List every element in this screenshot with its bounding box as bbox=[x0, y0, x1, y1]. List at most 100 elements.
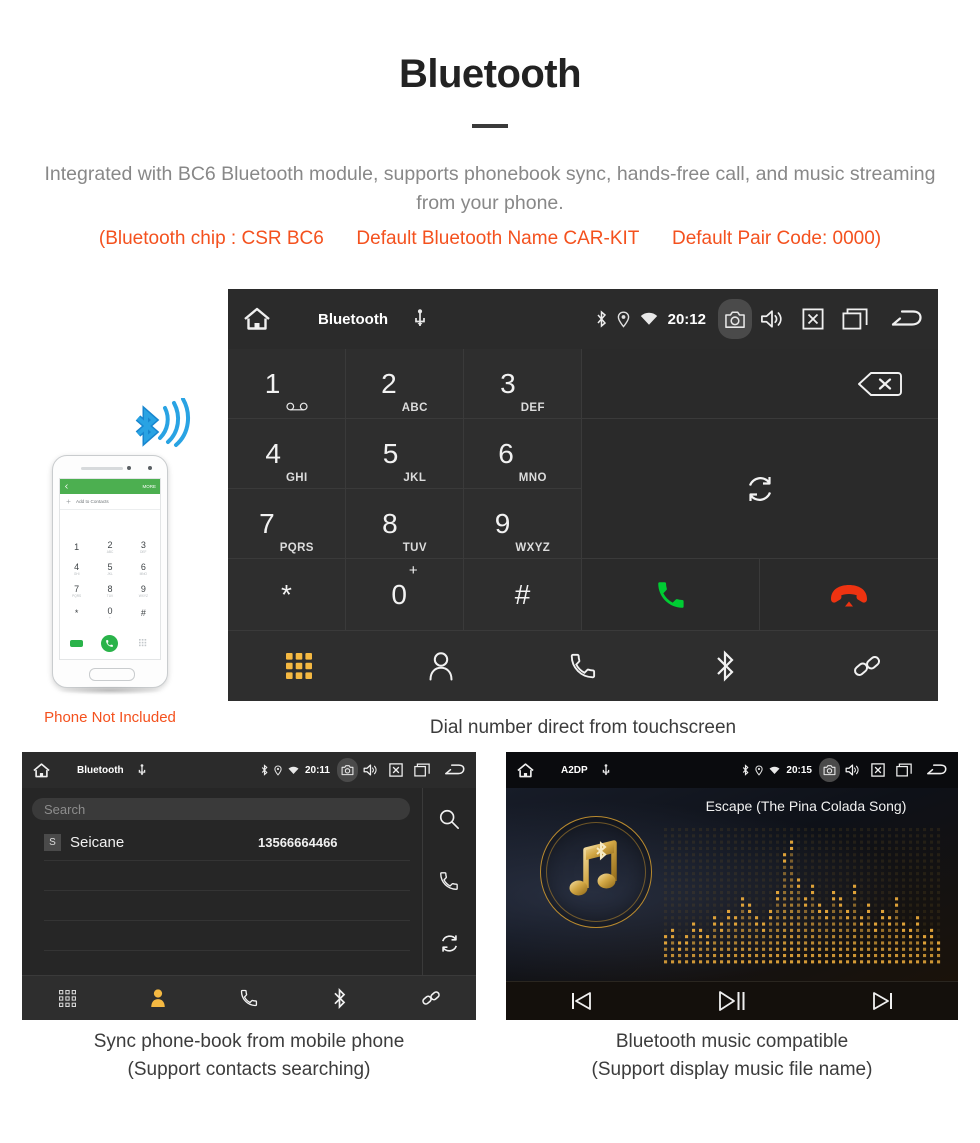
music-controls bbox=[506, 981, 958, 1020]
sync-button[interactable] bbox=[422, 912, 476, 974]
phone-home-button bbox=[89, 668, 135, 681]
call-icon bbox=[440, 872, 458, 890]
key-1[interactable]: 1 bbox=[228, 349, 346, 419]
phone-call-row bbox=[60, 631, 160, 655]
key-4[interactable]: 4 GHI bbox=[228, 419, 346, 489]
phonebook-body: Search S Seicane 13566664466 bbox=[22, 788, 476, 976]
intro-paragraph: Integrated with BC6 Bluetooth module, su… bbox=[44, 163, 936, 214]
back-icon[interactable] bbox=[444, 762, 466, 778]
play-pause-button[interactable] bbox=[657, 990, 808, 1012]
close-box-icon[interactable] bbox=[802, 308, 824, 330]
wifi-icon bbox=[769, 766, 780, 775]
link-icon bbox=[854, 656, 881, 676]
avatar: S bbox=[44, 833, 61, 851]
phone-keypad-row: 7 PQRS 8 TUV 9 WXYZ bbox=[60, 581, 160, 603]
key-3[interactable]: 3 DEF bbox=[464, 349, 582, 419]
plus-icon bbox=[66, 499, 71, 504]
nav-bluetooth[interactable] bbox=[654, 650, 796, 682]
call-icon bbox=[654, 578, 688, 612]
volume-icon[interactable] bbox=[845, 763, 860, 777]
music-title: A2DP bbox=[561, 764, 588, 776]
volume-icon[interactable] bbox=[363, 763, 378, 777]
usb-icon bbox=[602, 763, 610, 777]
equalizer-visualization bbox=[664, 828, 946, 970]
key-6[interactable]: 6 MNO bbox=[464, 419, 582, 489]
previous-button[interactable] bbox=[506, 991, 657, 1011]
recents-icon[interactable] bbox=[896, 763, 912, 777]
nav-link[interactable] bbox=[796, 651, 938, 681]
phonebook-clock: 20:11 bbox=[304, 764, 330, 776]
bluetooth-icon bbox=[334, 987, 346, 1009]
search-input[interactable]: Search bbox=[32, 798, 410, 820]
dialer-keypad: 1 2 ABC 3 DEF 4 GHI 5 JKL 6 MNO 7 PQRS 8 TUV 9W… bbox=[228, 349, 938, 631]
phone-key: 8 TUV bbox=[106, 584, 114, 599]
nav-keypad[interactable] bbox=[228, 653, 370, 679]
key-star[interactable]: * bbox=[228, 559, 346, 631]
nav-call-log[interactable] bbox=[512, 651, 654, 681]
close-box-icon[interactable] bbox=[871, 763, 885, 777]
recents-icon[interactable] bbox=[842, 308, 868, 330]
search-button[interactable] bbox=[422, 788, 476, 850]
spec-bt-name: Default Bluetooth Name CAR-KIT bbox=[356, 228, 640, 249]
hangup-button[interactable] bbox=[760, 559, 938, 631]
contact-row[interactable]: S Seicane 13566664466 bbox=[44, 830, 410, 854]
keypad-icon bbox=[58, 989, 76, 1007]
next-button[interactable] bbox=[807, 991, 958, 1011]
home-icon[interactable] bbox=[242, 306, 272, 332]
phone-key: 6 MNO bbox=[139, 562, 148, 577]
dialer-status-icons: 20:12 bbox=[596, 299, 924, 339]
phonebook-statusbar: Bluetooth 20:11 bbox=[22, 752, 476, 788]
video-icon bbox=[70, 639, 84, 647]
phone-back-icon bbox=[65, 484, 68, 489]
music-clock: 20:15 bbox=[786, 764, 812, 776]
nav-call-log[interactable] bbox=[204, 988, 295, 1008]
recents-icon[interactable] bbox=[414, 763, 430, 777]
music-status-icons: 20:15 bbox=[742, 758, 948, 782]
phone-key: 0 + bbox=[107, 606, 113, 621]
key-hash[interactable]: # bbox=[464, 559, 582, 631]
key-8[interactable]: 8 TUV bbox=[346, 489, 464, 559]
key-7[interactable]: 7 PQRS bbox=[228, 489, 346, 559]
nav-contacts[interactable] bbox=[370, 651, 512, 681]
phone-add-label: Add to Contacts bbox=[76, 499, 109, 504]
call-icon bbox=[101, 634, 119, 652]
key-9[interactable]: 9 WXYZ bbox=[464, 489, 582, 559]
key-0[interactable]: 0 + bbox=[346, 559, 464, 631]
phone-keypad-row: 1 2 ABC 3 DEF bbox=[60, 537, 160, 559]
music-caption: Bluetooth music compatible (Support disp… bbox=[506, 1028, 958, 1084]
list-divider bbox=[44, 950, 410, 951]
music-caption-line1: Bluetooth music compatible bbox=[615, 1031, 849, 1052]
spec-chip: (Bluetooth chip : CSR BC6 bbox=[98, 228, 324, 249]
back-icon[interactable] bbox=[926, 762, 948, 778]
bluetooth-icon bbox=[261, 764, 268, 776]
call-button[interactable] bbox=[582, 559, 760, 631]
list-divider bbox=[44, 920, 410, 921]
nav-link[interactable] bbox=[385, 988, 476, 1008]
key-5[interactable]: 5 JKL bbox=[346, 419, 464, 489]
volume-icon[interactable] bbox=[760, 308, 784, 330]
backspace-button[interactable] bbox=[582, 349, 938, 419]
close-box-icon[interactable] bbox=[389, 763, 403, 777]
home-icon[interactable] bbox=[32, 762, 51, 779]
phone-key: 9 WXYZ bbox=[138, 584, 148, 599]
nav-contacts[interactable] bbox=[113, 988, 204, 1008]
camera-icon[interactable] bbox=[819, 758, 840, 782]
sync-icon bbox=[743, 472, 777, 506]
camera-icon[interactable] bbox=[718, 299, 752, 339]
back-icon[interactable] bbox=[890, 307, 924, 331]
nav-bluetooth[interactable] bbox=[294, 987, 385, 1009]
phone-key: 7 PQRS bbox=[72, 584, 82, 599]
key-2[interactable]: 2 ABC bbox=[346, 349, 464, 419]
home-icon[interactable] bbox=[516, 762, 535, 779]
phone-key: # bbox=[140, 608, 146, 618]
location-icon bbox=[274, 764, 282, 776]
sync-contacts-button[interactable] bbox=[582, 419, 938, 559]
camera-icon[interactable] bbox=[337, 758, 358, 782]
dialer-statusbar: Bluetooth 20:12 bbox=[228, 289, 938, 349]
call-button[interactable] bbox=[422, 850, 476, 912]
link-icon bbox=[421, 991, 440, 1005]
phone-add-contact-row: Add to Contacts bbox=[60, 494, 160, 510]
nav-keypad[interactable] bbox=[22, 989, 113, 1007]
bluetooth-signal-badge bbox=[118, 398, 198, 456]
bluetooth-icon bbox=[717, 650, 734, 682]
